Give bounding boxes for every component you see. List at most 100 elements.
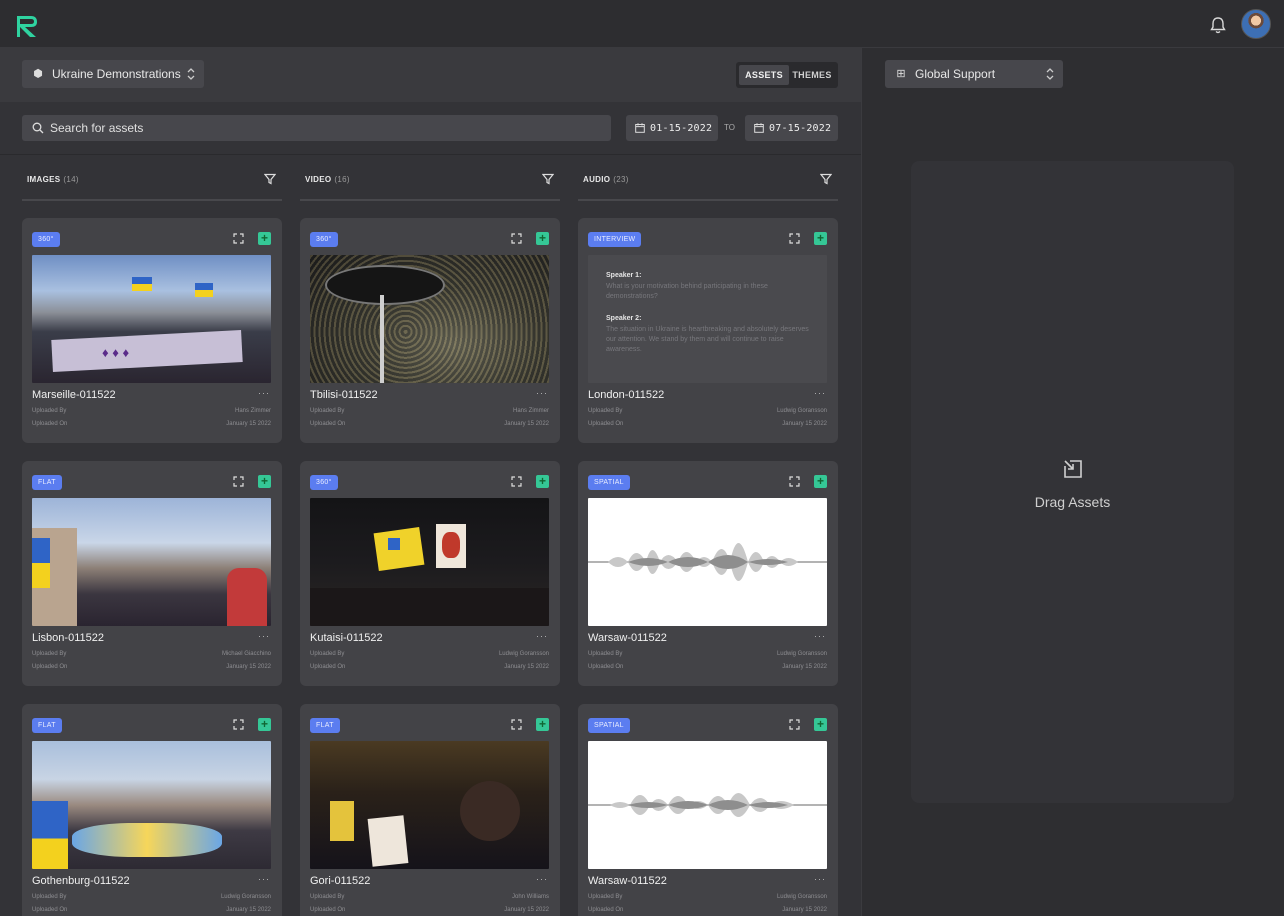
asset-title: Tbilisi-011522 <box>310 389 378 401</box>
asset-card[interactable]: SPATIAL + Warsaw-011522 ··· Uploaded By L… <box>578 461 838 686</box>
uploaded-on-label: Uploaded On <box>32 907 68 913</box>
transcript-preview[interactable]: Speaker 1: What is your motivation behin… <box>588 255 827 383</box>
expand-icon[interactable] <box>511 233 522 244</box>
more-options-icon[interactable]: ··· <box>536 388 548 398</box>
workspace-select[interactable]: ⊞ Global Support <box>885 60 1063 88</box>
add-asset-button[interactable]: + <box>536 718 549 731</box>
filter-icon[interactable] <box>264 173 276 185</box>
asset-card[interactable]: 360° + ♦ ♦ ♦ Marseille-011522 ··· Upload… <box>22 218 282 443</box>
calendar-icon <box>754 123 764 133</box>
uploaded-on-value: January 15 2022 <box>504 907 549 913</box>
asset-title: Kutaisi-011522 <box>310 632 383 644</box>
more-options-icon[interactable]: ··· <box>258 631 270 641</box>
add-asset-button[interactable]: + <box>814 232 827 245</box>
date-from-field[interactable]: 01-15-2022 <box>626 115 718 141</box>
uploaded-on-value: January 15 2022 <box>782 907 827 913</box>
more-options-icon[interactable]: ··· <box>814 631 826 641</box>
uploaded-by-label: Uploaded By <box>32 408 67 414</box>
add-asset-button[interactable]: + <box>814 718 827 731</box>
asset-card[interactable]: SPATIAL + Warsaw-011522 ··· Uploaded By L… <box>578 704 838 916</box>
add-asset-button[interactable]: + <box>258 718 271 731</box>
user-avatar[interactable] <box>1241 9 1271 39</box>
expand-icon[interactable] <box>511 719 522 730</box>
add-asset-button[interactable]: + <box>258 475 271 488</box>
audio-waveform[interactable] <box>588 498 827 626</box>
uploaded-by-label: Uploaded By <box>310 651 345 657</box>
expand-icon[interactable] <box>789 476 800 487</box>
asset-card[interactable]: 360° + Tbilisi-011522 ··· Uploaded By Han… <box>300 218 560 443</box>
video-column-header: VIDEO (16) <box>300 155 560 201</box>
asset-card[interactable]: FLAT + Lisbon-011522 ··· Uploaded By Mich… <box>22 461 282 686</box>
uploaded-on-value: January 15 2022 <box>226 664 271 670</box>
photo-thumbnail[interactable] <box>32 741 271 869</box>
date-from-value: 01-15-2022 <box>650 122 713 134</box>
uploaded-by-value: Michael Giacchino <box>221 651 271 657</box>
audio-column-header: AUDIO (23) <box>578 155 838 201</box>
more-options-icon[interactable]: ··· <box>258 874 270 884</box>
filter-icon[interactable] <box>542 173 554 185</box>
assets-tab[interactable]: ASSETS <box>739 65 789 85</box>
speaker-label: Speaker 2: <box>606 315 642 322</box>
column-label: IMAGES <box>27 175 61 184</box>
calendar-icon <box>635 123 645 133</box>
expand-icon[interactable] <box>789 719 800 730</box>
drop-zone[interactable]: Drag Assets <box>911 161 1234 803</box>
expand-icon[interactable] <box>233 476 244 487</box>
more-options-icon[interactable]: ··· <box>814 388 826 398</box>
uploaded-by-value: Ludwig Goransson <box>220 894 271 900</box>
asset-card[interactable]: FLAT + Gothenburg-011522 ··· Uploaded By… <box>22 704 282 916</box>
column-count: (14) <box>63 175 79 184</box>
assets-panel: ⬢ Ukraine Demonstrations ASSETS THEMES S… <box>0 48 861 916</box>
drag-in-icon <box>1064 460 1082 478</box>
video-thumbnail[interactable] <box>310 498 549 626</box>
asset-card[interactable]: FLAT + Gori-011522 ··· Uploaded By John W… <box>300 704 560 916</box>
video-thumbnail[interactable] <box>310 741 549 869</box>
filter-icon[interactable] <box>820 173 832 185</box>
more-options-icon[interactable]: ··· <box>536 874 548 884</box>
uploaded-by-value: Ludwig Goransson <box>776 408 827 414</box>
uploaded-by-value: Ludwig Goransson <box>776 651 827 657</box>
photo-thumbnail[interactable]: ♦ ♦ ♦ <box>32 255 271 383</box>
asset-title: Warsaw-011522 <box>588 632 667 644</box>
photo-thumbnail[interactable] <box>32 498 271 626</box>
video-thumbnail[interactable] <box>310 255 549 383</box>
asset-card[interactable]: 360° + Kutaisi-011522 ··· Uploaded By Lud… <box>300 461 560 686</box>
cube-icon: ⬢ <box>33 68 43 80</box>
uploaded-on-label: Uploaded On <box>588 421 624 427</box>
speaker-label: Speaker 1: <box>606 272 642 279</box>
uploaded-on-label: Uploaded On <box>310 907 346 913</box>
asset-type-badge: 360° <box>32 232 60 247</box>
audio-waveform[interactable] <box>588 741 827 869</box>
uploaded-by-value: John Williams <box>511 894 549 900</box>
bell-icon[interactable] <box>1208 15 1228 35</box>
project-select-value: Ukraine Demonstrations <box>52 67 181 81</box>
asset-type-badge: FLAT <box>32 475 62 490</box>
column-label: AUDIO <box>583 175 611 184</box>
add-asset-button[interactable]: + <box>536 232 549 245</box>
column-count: (23) <box>613 175 629 184</box>
uploaded-on-value: January 15 2022 <box>226 421 271 427</box>
expand-icon[interactable] <box>233 719 244 730</box>
project-select[interactable]: ⬢ Ukraine Demonstrations <box>22 60 204 88</box>
transcript-text: What is your motivation behind participa… <box>606 283 768 300</box>
uploaded-on-label: Uploaded On <box>32 664 68 670</box>
more-options-icon[interactable]: ··· <box>814 874 826 884</box>
asset-card[interactable]: INTERVIEW + Speaker 1: What is your moti… <box>578 218 838 443</box>
expand-icon[interactable] <box>233 233 244 244</box>
add-asset-button[interactable]: + <box>258 232 271 245</box>
date-to-field[interactable]: 07-15-2022 <box>745 115 838 141</box>
themes-tab[interactable]: THEMES <box>789 65 835 85</box>
expand-icon[interactable] <box>511 476 522 487</box>
uploaded-by-label: Uploaded By <box>588 894 623 900</box>
more-options-icon[interactable]: ··· <box>536 631 548 641</box>
asset-title: Warsaw-011522 <box>588 875 667 887</box>
top-bar <box>0 0 1284 48</box>
uploaded-by-label: Uploaded By <box>32 651 67 657</box>
asset-type-badge: 360° <box>310 475 338 490</box>
search-input[interactable]: Search for assets <box>22 115 611 141</box>
add-asset-button[interactable]: + <box>814 475 827 488</box>
app-logo-icon[interactable] <box>14 13 40 39</box>
add-asset-button[interactable]: + <box>536 475 549 488</box>
expand-icon[interactable] <box>789 233 800 244</box>
more-options-icon[interactable]: ··· <box>258 388 270 398</box>
